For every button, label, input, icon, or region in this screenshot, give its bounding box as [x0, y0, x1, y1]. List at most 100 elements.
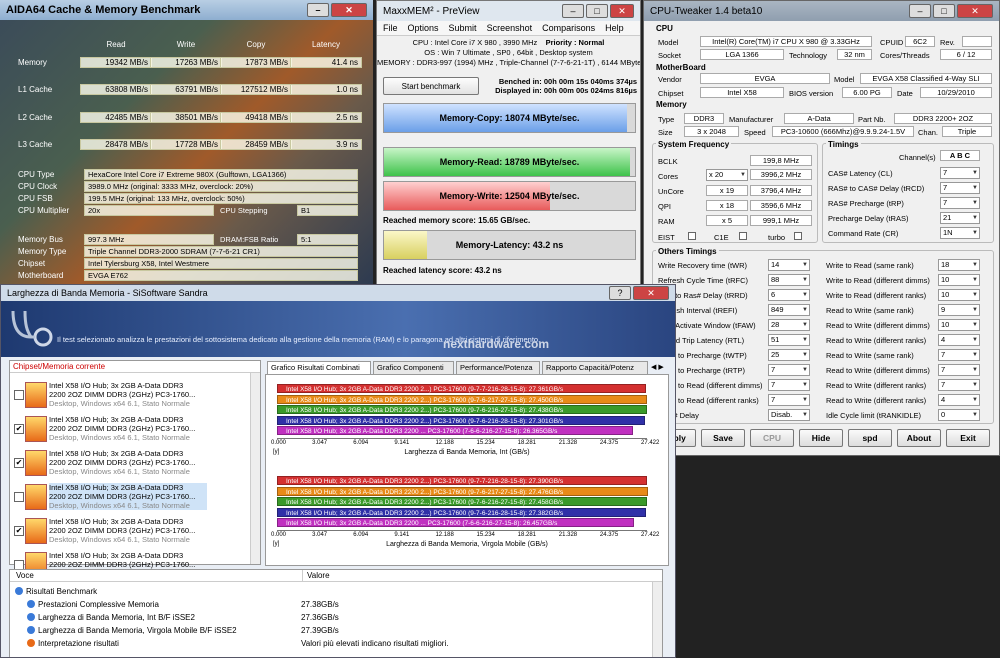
close-button[interactable]: ✕	[610, 4, 634, 18]
exit-button[interactable]: Exit	[946, 429, 990, 447]
row-value: 28478 MB/s	[80, 139, 152, 150]
cores-multiplier-select[interactable]: x 20	[706, 169, 748, 181]
item-checkbox[interactable]: ✔	[14, 458, 24, 468]
other-timing-select[interactable]: 849	[768, 304, 810, 316]
timing-select[interactable]: 7	[940, 182, 980, 194]
other-timing-select[interactable]: 88	[768, 274, 810, 286]
other-timing-label: Write to Read (different ranks)	[826, 291, 927, 300]
list-item[interactable]: Intel X58 I/O Hub; 3x 2GB A-Data DDR3 220…	[49, 517, 207, 544]
tab-3[interactable]: Rapporto Capacità/Potenz	[542, 361, 648, 375]
item-checkbox[interactable]	[14, 492, 24, 502]
right-arrow-icon[interactable]: ▶	[658, 363, 663, 373]
results-scrollbar[interactable]	[652, 582, 662, 657]
tab-0[interactable]: Grafico Risultati Combinati	[267, 361, 371, 375]
label-cores-threads: Cores/Threads	[880, 51, 930, 60]
other-timing-select[interactable]: 4	[938, 334, 980, 346]
other-timing-select[interactable]: 14	[768, 259, 810, 271]
list-scrollbar[interactable]	[250, 373, 260, 564]
item-line: Intel X58 I/O Hub; 3x 2GB A-Data DDR3	[49, 483, 184, 492]
other-timing-select[interactable]: 7	[938, 349, 980, 361]
item-line: Intel X58 I/O Hub; 3x 2GB A-Data DDR3	[49, 449, 184, 458]
other-timing-select[interactable]: 10	[938, 319, 980, 331]
value-cpu-fsb: 199.5 MHz (original: 133 MHz, overclock:…	[84, 193, 358, 204]
close-button[interactable]: ✕	[957, 4, 993, 18]
menu-options[interactable]: Options	[408, 23, 439, 33]
maximize-button[interactable]: □	[586, 4, 608, 18]
other-timing-select[interactable]: 25	[768, 349, 810, 361]
menu-file[interactable]: File	[383, 23, 398, 33]
other-timing-select[interactable]: 18	[938, 259, 980, 271]
other-timing-select[interactable]: 7	[768, 379, 810, 391]
spd-button[interactable]: spd	[848, 429, 892, 447]
other-timing-select[interactable]: 0	[938, 409, 980, 421]
save-button[interactable]: Save	[701, 429, 745, 447]
menu-submit[interactable]: Submit	[449, 23, 477, 33]
other-timing-select[interactable]: 7	[938, 379, 980, 391]
minimize-button[interactable]: –	[307, 3, 329, 17]
timing-select[interactable]: 7	[940, 197, 980, 209]
hide-button[interactable]: Hide	[799, 429, 843, 447]
label-date: Date	[897, 89, 913, 98]
item-checkbox[interactable]	[14, 390, 24, 400]
close-button[interactable]: ✕	[331, 3, 367, 17]
tab-scroll[interactable]: ◀ ▶	[651, 363, 667, 373]
tab-2[interactable]: Performance/Potenza	[456, 361, 540, 375]
value-chipset: Intel Tylersburg X58, Intel Westmere	[84, 258, 358, 269]
other-timing-select[interactable]: 9	[938, 304, 980, 316]
other-timing-label: Read to Write (same rank)	[826, 351, 914, 360]
turbo-checkbox[interactable]	[794, 232, 802, 240]
other-timing-select[interactable]: 10	[938, 289, 980, 301]
result-label: Risultati Benchmark	[26, 587, 98, 596]
other-timing-select[interactable]: 7	[768, 364, 810, 376]
cpu-button[interactable]: CPU	[750, 429, 794, 447]
list-item[interactable]: Intel X58 I/O Hub; 3x 2GB A-Data DDR3 220…	[49, 483, 207, 510]
left-arrow-icon[interactable]: ◀	[651, 363, 656, 373]
list-item[interactable]: Intel X58 I/O Hub; 3x 2GB A-Data DDR3 220…	[49, 381, 207, 408]
other-timing-label: Read to Write (different ranks)	[826, 336, 927, 345]
other-timing-select[interactable]: 10	[938, 274, 980, 286]
label-chipset: Chipset	[658, 89, 684, 98]
menu-screenshot[interactable]: Screenshot	[487, 23, 533, 33]
value-rev	[962, 36, 992, 47]
read-label: Memory-Read: 18789 MByte/sec.	[439, 157, 580, 167]
row-value: 63808 MB/s	[80, 84, 152, 95]
other-timing-select[interactable]: 7	[938, 364, 980, 376]
tab-1[interactable]: Grafico Componenti	[373, 361, 454, 375]
list-item[interactable]: Intel X58 I/O Hub; 3x 2GB A-Data DDR3 220…	[49, 415, 207, 442]
value-channels[interactable]: A B C	[940, 150, 980, 161]
minimize-button[interactable]: –	[562, 4, 584, 18]
help-button[interactable]: ?	[609, 286, 631, 300]
list-item[interactable]: Intel X58 I/O Hub; 3x 2GB A-Data DDR3 220…	[49, 551, 207, 569]
row-value: 38501 MB/s	[150, 112, 222, 123]
menu-comparisons[interactable]: Comparisons	[542, 23, 595, 33]
minimize-button[interactable]: –	[909, 4, 931, 18]
item-checkbox[interactable]: ✔	[14, 424, 24, 434]
list-item[interactable]: Intel X58 I/O Hub; 3x 2GB A-Data DDR3 220…	[49, 449, 207, 476]
row-label-0: Memory	[18, 58, 47, 67]
c1e-checkbox[interactable]	[739, 232, 747, 240]
other-timing-select[interactable]: 51	[768, 334, 810, 346]
latency-label: Memory-Latency: 43.2 ns	[455, 240, 564, 250]
other-timing-select[interactable]: 7	[768, 394, 810, 406]
item-line: Desktop, Windows x64 6.1, Stato Normale	[49, 433, 190, 442]
close-button[interactable]: ✕	[633, 286, 669, 300]
axis-tick: 12.188	[435, 532, 454, 538]
start-benchmark-button[interactable]: Start benchmark	[383, 77, 479, 95]
eist-checkbox[interactable]	[688, 232, 696, 240]
other-timing-select[interactable]: Disab.	[768, 409, 810, 421]
other-timing-select[interactable]: 4	[938, 394, 980, 406]
menu-help[interactable]: Help	[605, 23, 624, 33]
item-checkbox[interactable]: ✔	[14, 526, 24, 536]
timing-select[interactable]: 21	[940, 212, 980, 224]
maximize-button[interactable]: □	[933, 4, 955, 18]
y-unit: [y]	[273, 541, 280, 547]
timing-select[interactable]: 7	[940, 167, 980, 179]
other-timing-select[interactable]: 28	[768, 319, 810, 331]
value-date: 10/29/2010	[920, 87, 992, 98]
timing-label: Command Rate (CR)	[828, 229, 899, 238]
timing-select[interactable]: 1N	[940, 227, 980, 239]
other-timing-select[interactable]: 6	[768, 289, 810, 301]
about-button[interactable]: About	[897, 429, 941, 447]
result-label: Interpretazione risultati	[38, 639, 119, 648]
row-label-3: L3 Cache	[18, 140, 53, 149]
